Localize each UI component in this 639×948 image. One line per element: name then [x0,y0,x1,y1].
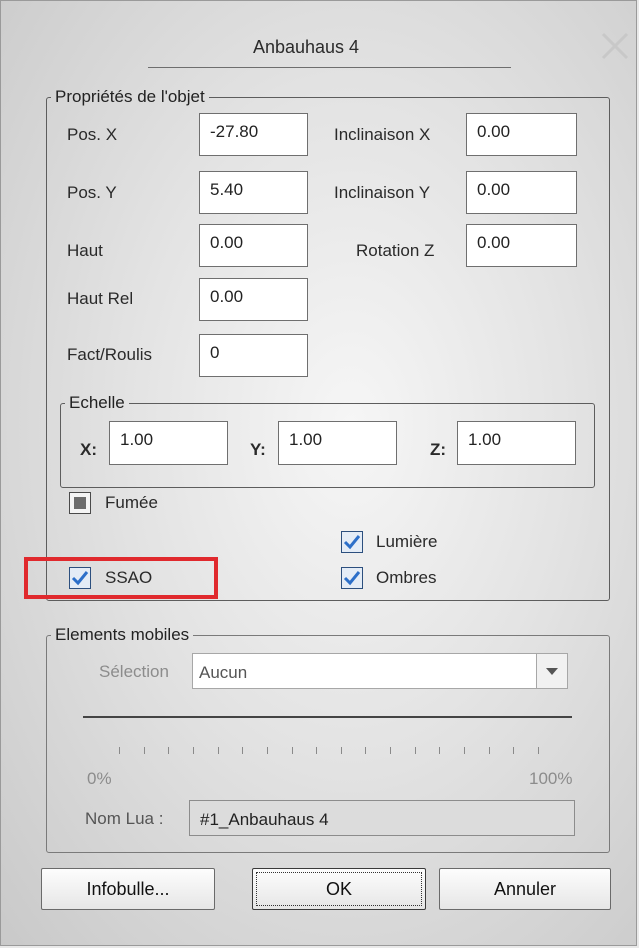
title-bar: Anbauhaus 4 [1,1,638,71]
rotation-z-input[interactable]: 0.00 [466,224,577,267]
slider-tick [340,747,342,754]
scale-x-input[interactable]: 1.00 [109,421,228,465]
object-properties-legend: Propriétés de l'objet [55,87,205,106]
object-properties-dialog: Anbauhaus 4 Propriétés de l'objet Pos. X… [0,0,637,946]
fact-roulis-label: Fact/Roulis [67,345,153,364]
pos-y-label: Pos. Y [67,183,117,202]
chevron-down-icon [546,668,558,675]
title-underline [148,67,511,68]
object-properties-group: Propriétés de l'objet [46,87,610,601]
ok-button[interactable]: OK [252,868,426,910]
inclinaison-x-input[interactable]: 0.00 [466,113,577,156]
selection-value: Aucun [199,663,248,682]
slider-tick [143,747,145,754]
inclinaison-y-label: Inclinaison Y [334,183,431,202]
slider-tick [365,747,367,754]
ssao-highlight-box [24,557,218,599]
lumiere-checkbox[interactable] [341,531,363,553]
inclinaison-y-input[interactable]: 0.00 [466,171,577,214]
checkmark-icon [343,571,361,586]
slider-tick [488,747,490,754]
haut-rel-label: Haut Rel [67,289,134,308]
slider-tick [513,747,515,754]
slider-tick [538,747,539,754]
scale-y-input[interactable]: 1.00 [278,421,397,465]
haut-input[interactable]: 0.00 [199,224,308,267]
infobulle-button[interactable]: Infobulle... [41,868,215,910]
lumiere-label: Lumière [376,532,438,551]
haut-label: Haut [67,241,103,260]
fact-roulis-input[interactable]: 0 [199,334,308,377]
close-button[interactable] [594,25,636,67]
indeterminate-mark [74,497,86,509]
selection-label: Sélection [99,662,169,681]
dropdown-arrow[interactable] [536,654,567,688]
slider-min-label: 0% [87,769,112,788]
fumee-checkbox[interactable] [69,492,91,514]
slider-tick [192,747,194,754]
nom-lua-label: Nom Lua : [85,809,164,828]
dialog-title: Anbauhaus 4 [252,37,360,57]
scale-y-label: Y: [250,440,266,459]
slider-tick [217,747,219,754]
slider-tick [390,747,392,754]
slider-track[interactable] [83,716,572,718]
ombres-checkbox[interactable] [341,567,363,589]
slider-tick [316,747,318,754]
slider-tick [291,747,293,754]
slider-tick [464,747,466,754]
scale-legend: Echelle [69,393,125,412]
slider-max-label: 100% [529,769,573,788]
annuler-button[interactable]: Annuler [439,868,611,910]
pos-y-input[interactable]: 5.40 [199,171,308,214]
ombres-label: Ombres [376,568,437,587]
checkmark-icon [343,535,361,550]
focus-rectangle [256,872,422,906]
slider-tick [242,747,244,754]
rotation-z-label: Rotation Z [356,241,435,260]
inclinaison-x-label: Inclinaison X [334,125,431,144]
pos-x-label: Pos. X [67,125,118,144]
slider-tick [168,747,170,754]
close-icon [601,32,629,60]
slider-tick [414,747,416,754]
selection-dropdown[interactable]: Aucun [192,653,568,689]
scale-z-label: Z: [430,440,447,459]
haut-rel-input[interactable]: 0.00 [199,278,308,321]
slider-tick [119,747,120,754]
nom-lua-field: #1_Anbauhaus 4 [189,800,575,836]
slider-tick [266,747,268,754]
fumee-label: Fumée [105,493,158,512]
slider-tick [439,747,441,754]
scale-x-label: X: [80,440,97,459]
scale-z-input[interactable]: 1.00 [457,421,576,465]
pos-x-input[interactable]: -27.80 [199,113,308,156]
mobile-elements-legend: Elements mobiles [55,625,190,644]
